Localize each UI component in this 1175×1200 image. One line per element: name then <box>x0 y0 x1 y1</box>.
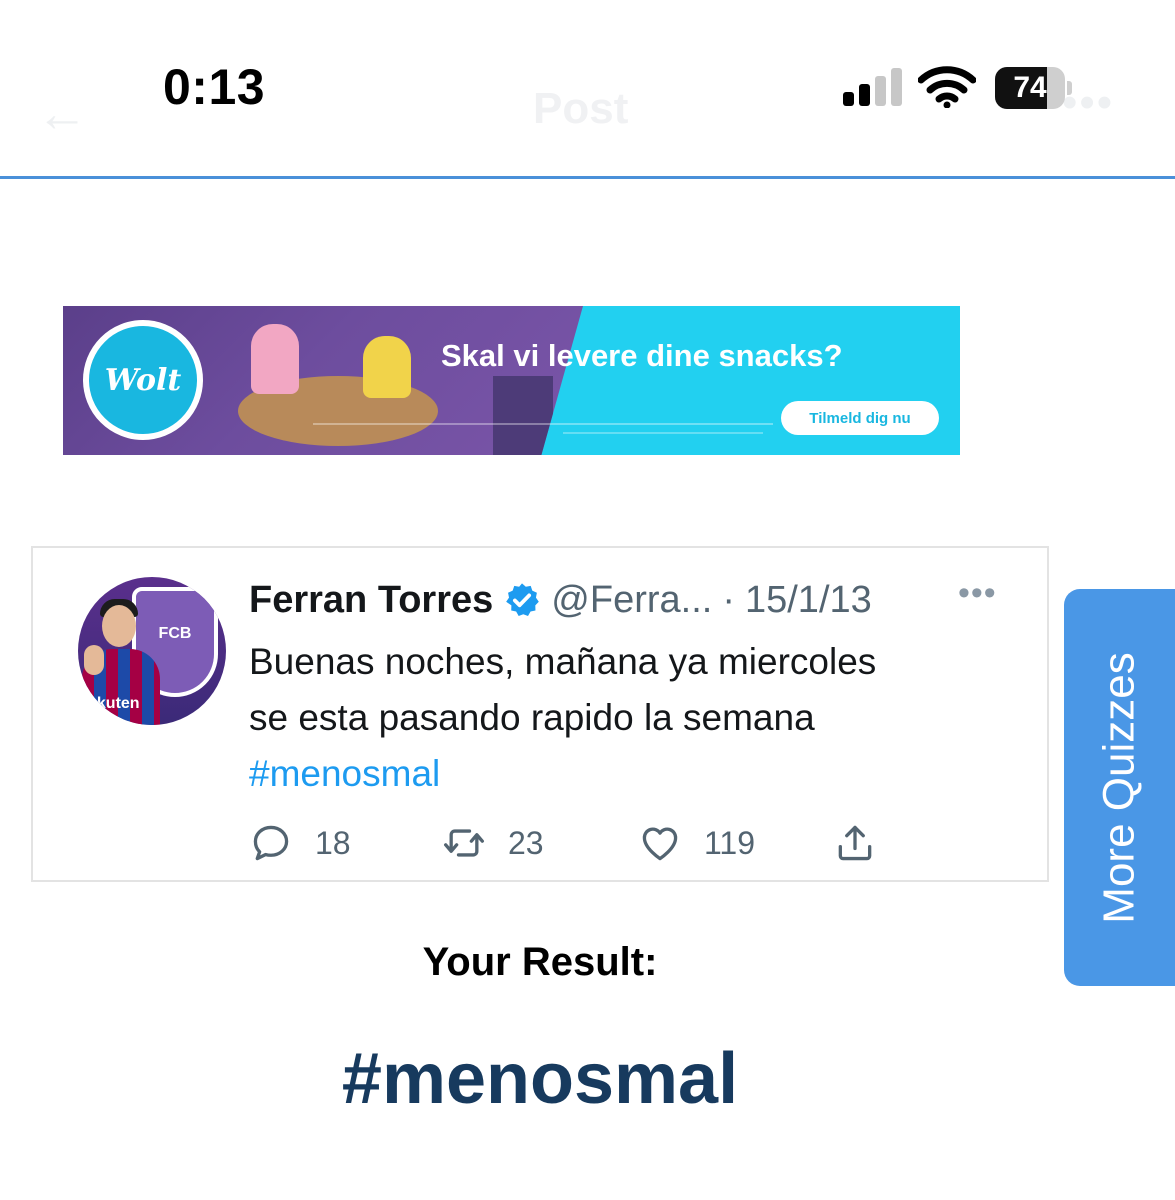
result-label: Your Result: <box>422 940 658 984</box>
more-quizzes-label: More Quizzes <box>1094 651 1144 924</box>
header-title: Post <box>533 84 629 133</box>
tweet-more-icon[interactable]: ••• <box>958 574 997 613</box>
tweet-text-line: Buenas noches, mañana ya miercoles <box>249 641 877 682</box>
reply-icon <box>253 825 289 861</box>
reply-count: 18 <box>315 824 351 861</box>
status-time: 0:13 <box>163 59 266 115</box>
avatar-face <box>102 605 136 647</box>
tweet-text: Buenas noches, mañana ya miercoles se es… <box>249 634 1019 802</box>
ad-headline: Skal vi levere dine snacks? <box>441 338 843 373</box>
more-quizzes-tab[interactable]: More Quizzes <box>1064 589 1175 986</box>
result-value: #menosmal <box>341 1039 739 1119</box>
verified-badge-icon <box>506 583 540 616</box>
battery-cap <box>1067 81 1072 95</box>
crest-text: FCB <box>158 625 192 642</box>
share-icon <box>838 825 872 861</box>
author-handle[interactable]: @Ferra... <box>551 579 712 622</box>
avatar-sponsor-text: akuten <box>88 695 140 712</box>
retweet-count: 23 <box>508 824 544 861</box>
wifi-icon <box>918 66 976 108</box>
header-separator: · <box>722 578 735 621</box>
ad-fine-print <box>563 432 763 434</box>
wolt-logo-text: Wolt <box>104 362 182 398</box>
ad-person-shape <box>251 324 299 394</box>
ad-person-shape <box>363 336 411 398</box>
author-name[interactable]: Ferran Torres <box>249 579 493 622</box>
like-button[interactable]: 119 <box>638 820 755 866</box>
wolt-logo: Wolt <box>83 320 203 440</box>
status-bar: ← Post ••• 0:13 74 <box>0 0 1175 178</box>
retweet-icon <box>444 829 484 857</box>
tweet-date[interactable]: 15/1/13 <box>745 579 872 622</box>
battery-level: 74 <box>1013 71 1047 104</box>
ad-cabinet-shape <box>493 376 553 455</box>
retweet-button[interactable]: 23 <box>442 820 544 866</box>
tweet-card[interactable]: FCB akuten Ferran Torres @Ferra... · 15/… <box>31 546 1049 882</box>
like-count: 119 <box>704 824 756 861</box>
hashtag-link[interactable]: #menosmal <box>249 746 1019 802</box>
thumbs-up-icon <box>84 645 104 675</box>
ad-fine-print <box>313 423 773 425</box>
quiz-result-page: ← Post ••• 0:13 74 Wolt Skal vi levere d… <box>0 0 1175 1200</box>
header-divider <box>0 176 1175 179</box>
reply-button[interactable]: 18 <box>249 820 351 866</box>
avatar[interactable]: FCB akuten <box>78 577 226 725</box>
battery-icon: 74 <box>995 67 1072 109</box>
wolt-ad-banner[interactable]: Wolt Skal vi levere dine snacks? Tilmeld… <box>63 306 960 455</box>
cellular-signal-icon <box>843 68 903 106</box>
back-arrow-icon[interactable]: ← <box>36 84 88 144</box>
tweet-text-line: se esta pasando rapido la semana <box>249 697 815 738</box>
ad-signup-button[interactable]: Tilmeld dig nu <box>781 401 939 435</box>
tweet-actions: 18 23 119 <box>249 820 909 866</box>
tweet-header: Ferran Torres @Ferra... · 15/1/13 <box>249 578 872 622</box>
share-button[interactable] <box>833 820 899 866</box>
like-icon <box>642 827 678 861</box>
